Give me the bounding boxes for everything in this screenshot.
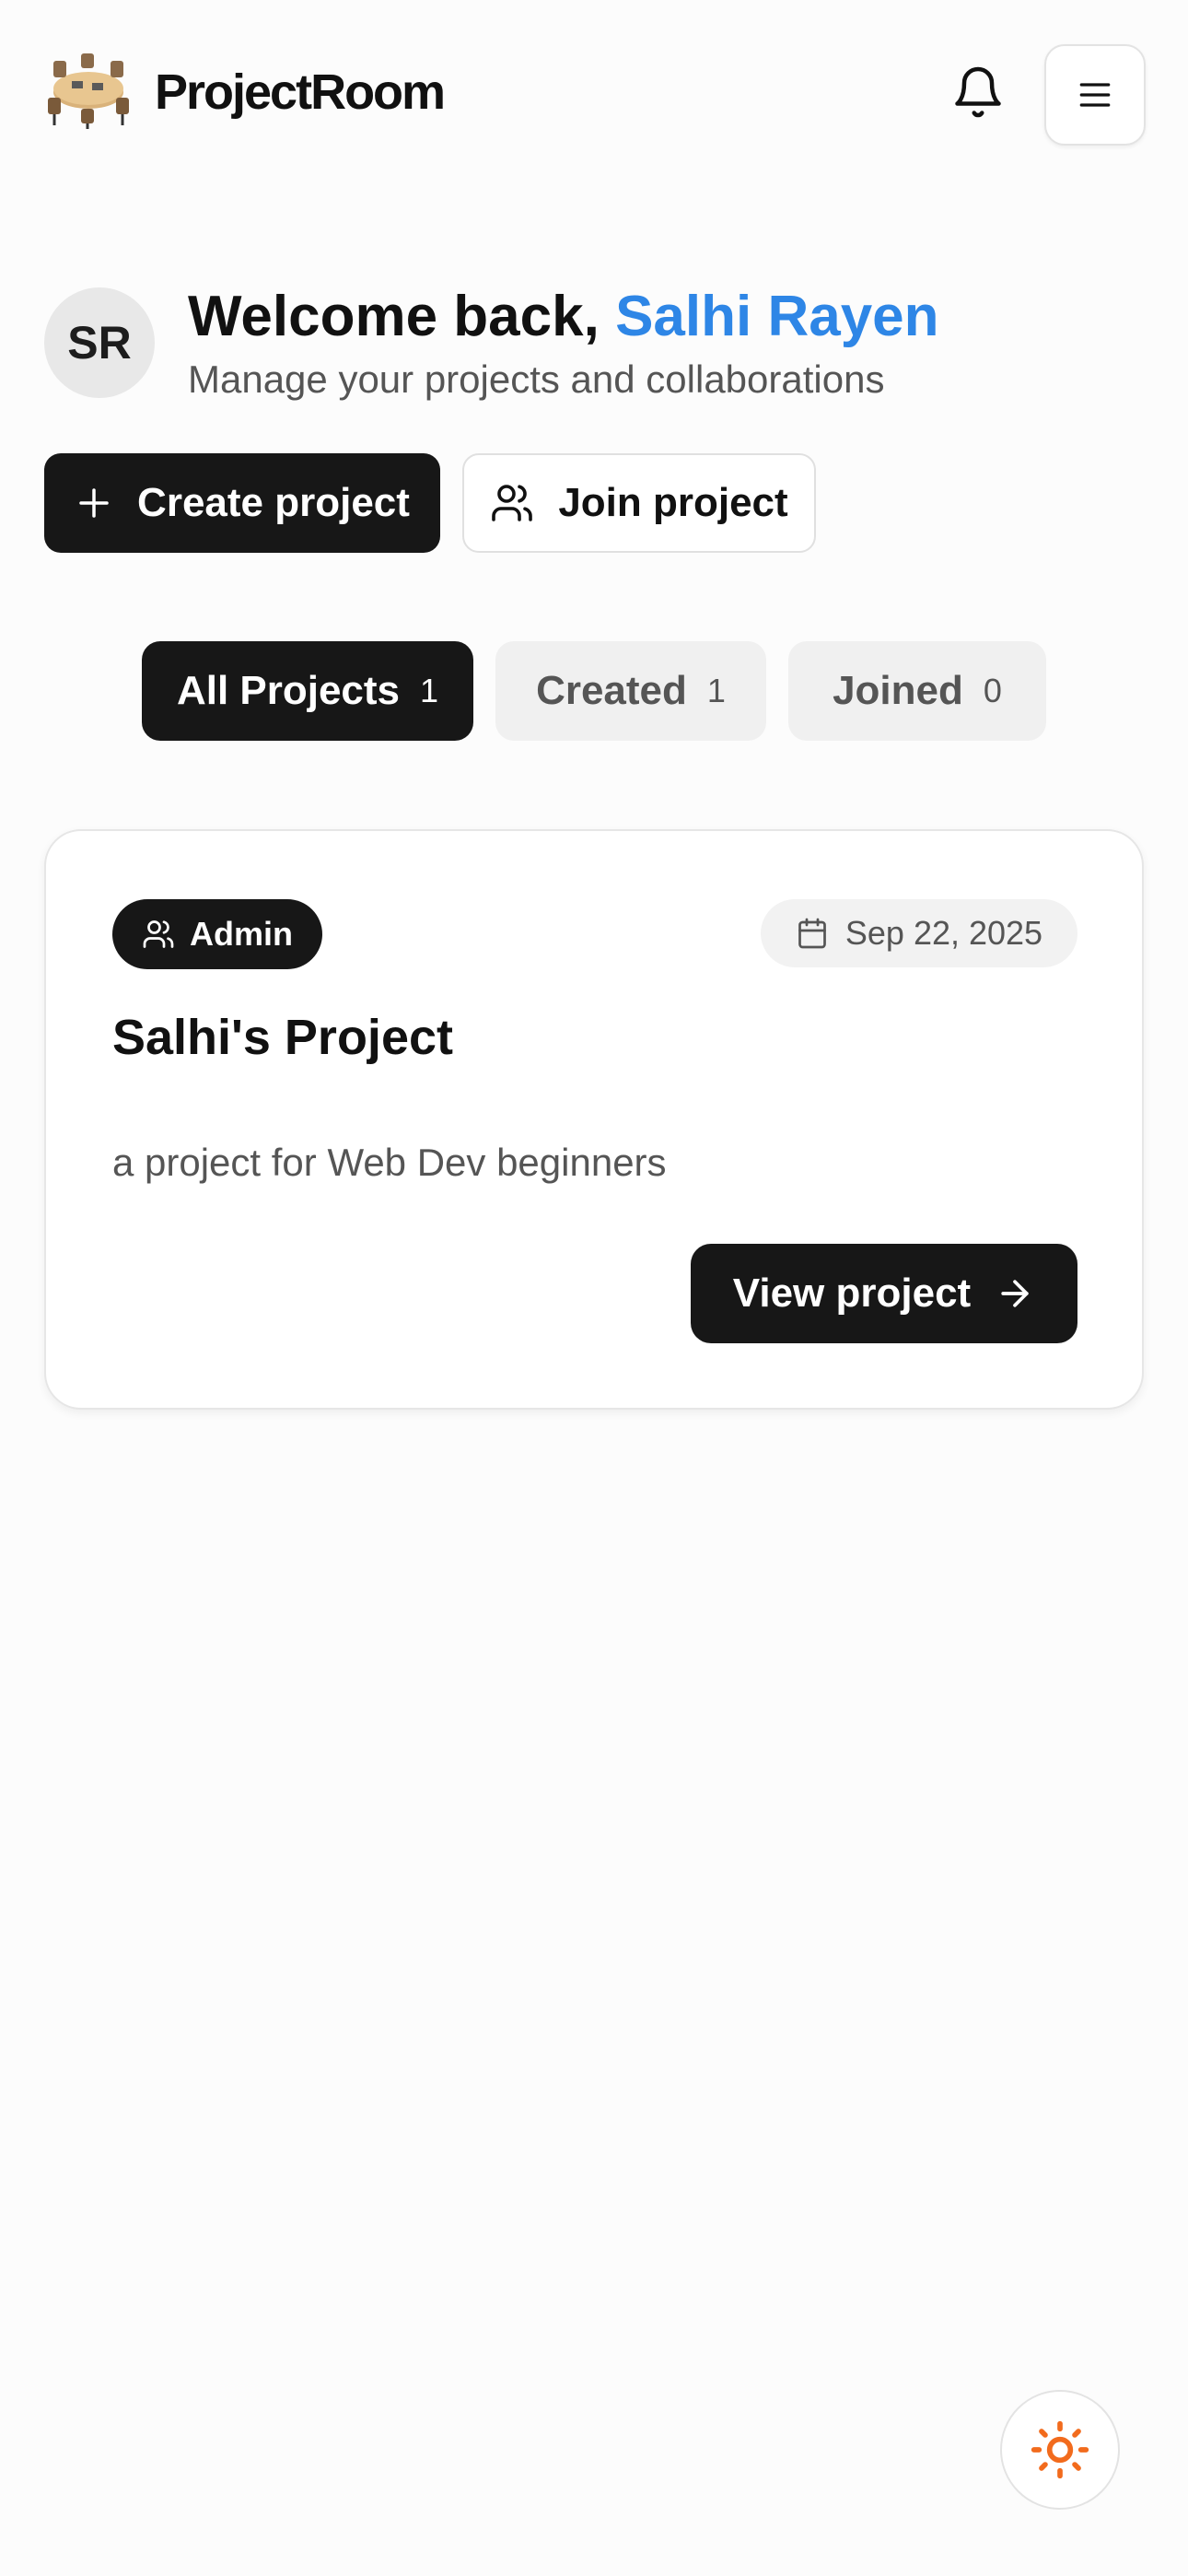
welcome-subtitle: Manage your projects and collaborations [188, 357, 885, 401]
calendar-icon [798, 918, 826, 949]
plus-icon [79, 488, 109, 518]
tab-all-projects[interactable]: All Projects 1 [142, 641, 473, 741]
create-project-button[interactable]: Create project [44, 453, 440, 553]
user-name: Salhi Rayen [615, 285, 939, 348]
users-icon [492, 485, 533, 521]
tab-count: 1 [706, 672, 726, 709]
join-project-button[interactable]: Join project [462, 453, 816, 553]
tab-count: 1 [420, 672, 439, 709]
menu-button[interactable] [1044, 44, 1146, 146]
tab-label: Joined [833, 668, 963, 713]
project-title: Salhi's Project [112, 1010, 453, 1065]
project-description: a project for Web Dev beginners [112, 1141, 667, 1184]
tab-count: 0 [983, 672, 1002, 709]
role-badge: Admin [112, 899, 322, 969]
tab-joined[interactable]: Joined 0 [788, 641, 1046, 741]
app-name[interactable]: ProjectRoom [155, 59, 446, 125]
welcome-prefix: Welcome back, [188, 285, 616, 348]
project-date: Sep 22, 2025 [844, 914, 1043, 952]
tab-label: Created [536, 668, 687, 713]
join-project-label: Join project [558, 480, 788, 525]
sun-icon [1031, 2420, 1089, 2479]
hamburger-menu-icon [1079, 83, 1111, 107]
view-project-label: View project [732, 1270, 972, 1316]
theme-toggle-button[interactable] [1000, 2390, 1120, 2510]
welcome-heading: Welcome back, Salhi Rayen [188, 280, 939, 354]
bell-icon[interactable] [950, 64, 1006, 120]
role-label: Admin [190, 915, 293, 953]
meeting-room-icon[interactable] [44, 52, 133, 129]
view-project-button[interactable]: View project [691, 1244, 1077, 1343]
arrow-right-icon [1001, 1280, 1029, 1307]
users-icon [143, 920, 174, 948]
date-badge: Sep 22, 2025 [761, 899, 1077, 967]
avatar: SR [44, 287, 155, 398]
app-header: ProjectRoom [0, 0, 1188, 188]
project-card: Admin Sep 22, 2025 Salhi's Project a pro… [44, 829, 1144, 1410]
create-project-label: Create project [137, 480, 410, 525]
tab-label: All Projects [176, 668, 401, 713]
tab-created[interactable]: Created 1 [495, 641, 766, 741]
